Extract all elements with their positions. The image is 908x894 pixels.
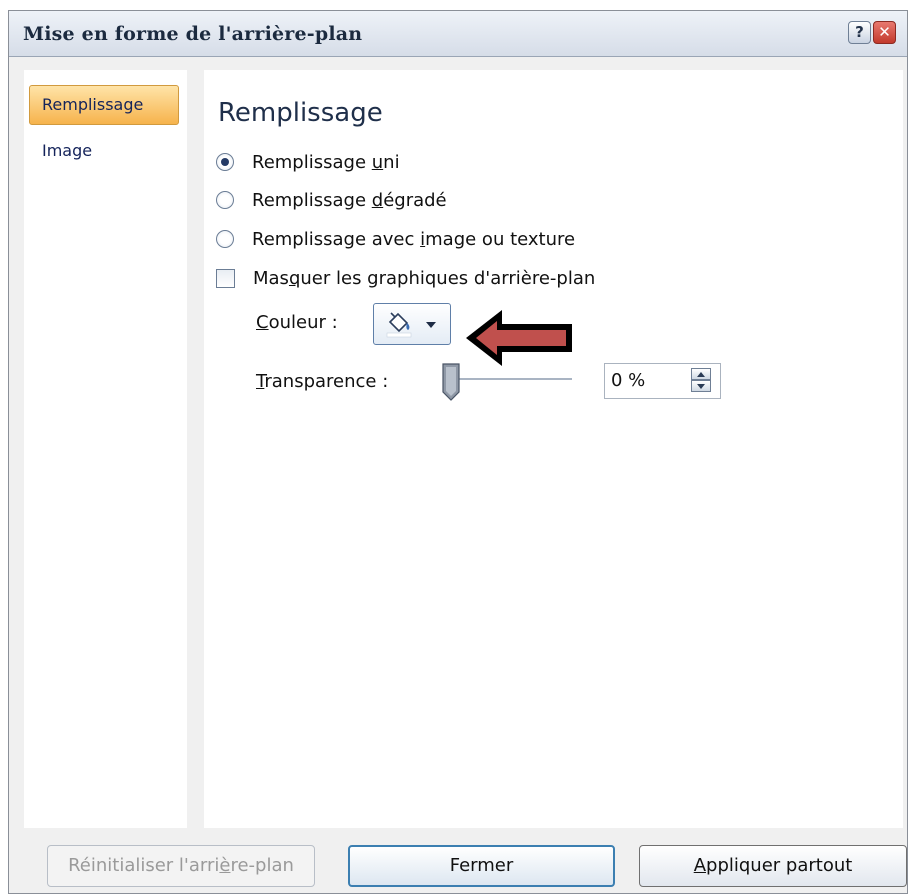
close-window-button[interactable]: ✕ [873, 21, 896, 44]
solid-fill-label: Remplissage uni [252, 151, 400, 173]
transparency-value: 0 % [611, 370, 646, 391]
picture-fill-option[interactable]: Remplissage avec image ou texture [216, 226, 575, 252]
solid-fill-radio[interactable] [216, 153, 234, 171]
sidebar: Remplissage Image [24, 70, 187, 828]
transparency-input[interactable]: 0 % [604, 363, 721, 399]
sidebar-item-remplissage[interactable]: Remplissage [29, 85, 179, 125]
hide-graphics-checkbox[interactable] [216, 268, 235, 288]
reset-background-button[interactable]: Réinitialiser l'arrière-plan [47, 845, 315, 887]
help-button[interactable]: ? [848, 21, 871, 44]
spin-up-button[interactable] [691, 368, 711, 380]
gradient-fill-label: Remplissage dégradé [252, 189, 447, 211]
color-picker-button[interactable] [373, 303, 451, 345]
dropdown-arrow [426, 322, 436, 328]
panel-title: Remplissage [218, 98, 383, 128]
transparency-slider-track[interactable] [454, 378, 572, 380]
apply-to-all-button[interactable]: Appliquer partout [639, 845, 907, 887]
annotation-arrow [466, 310, 572, 366]
transparency-slider-thumb[interactable] [441, 362, 461, 402]
fill-panel: Remplissage Remplissage uni Remplissage … [204, 70, 903, 828]
spin-down-button[interactable] [691, 380, 711, 392]
sidebar-item-image[interactable]: Image [29, 131, 179, 171]
hide-graphics-option[interactable]: Masquer les graphiques d'arrière-plan [216, 265, 595, 291]
transparency-spinner [691, 368, 713, 394]
color-label: Couleur : [256, 312, 338, 333]
close-button[interactable]: Fermer [348, 845, 615, 887]
hide-graphics-label: Masquer les graphiques d'arrière-plan [253, 267, 596, 289]
dialog-title: Mise en forme de l'arrière-plan [23, 23, 363, 45]
transparency-label: Transparence : [256, 371, 389, 392]
solid-fill-option[interactable]: Remplissage uni [216, 149, 400, 175]
paint-bucket-icon [386, 312, 436, 338]
gradient-fill-radio[interactable] [216, 191, 234, 209]
gradient-fill-option[interactable]: Remplissage dégradé [216, 187, 447, 213]
picture-fill-radio[interactable] [216, 230, 234, 248]
picture-fill-label: Remplissage avec image ou texture [252, 228, 576, 250]
format-background-dialog: Mise en forme de l'arrière-plan ? ✕ Remp… [8, 10, 908, 894]
title-bar[interactable]: Mise en forme de l'arrière-plan ? ✕ [9, 11, 907, 57]
